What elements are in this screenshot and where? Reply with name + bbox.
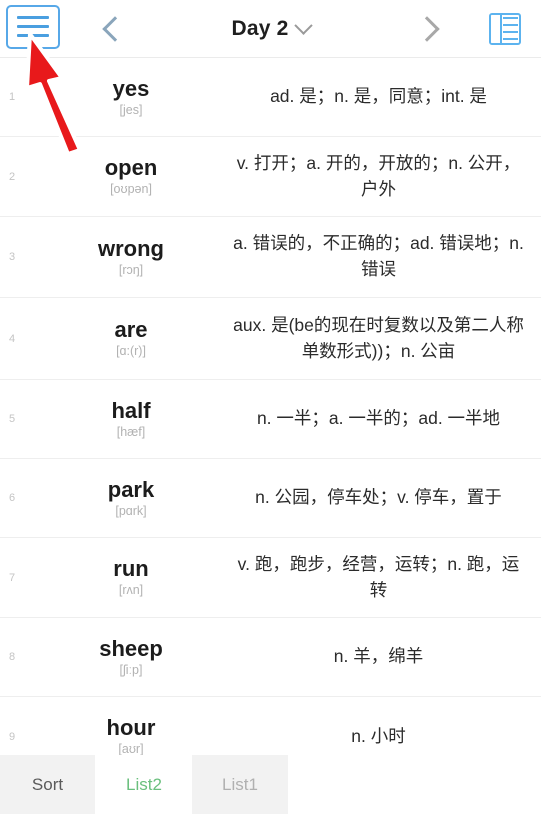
word-row[interactable]: 5 half [hæf] n. 一半；a. 一半的；ad. 一半地	[0, 380, 541, 459]
table-icon-line	[503, 30, 518, 34]
word-cell[interactable]: are [ɑ:(r)]	[36, 317, 226, 360]
page-title: Day 2	[231, 16, 289, 40]
word-row[interactable]: 3 wrong [rɔŋ] a. 错误的，不正确的；ad. 错误地；n. 错误	[0, 217, 541, 298]
word-definition: aux. 是(be的现在时复数以及第二人称单数形式))；n. 公亩	[233, 314, 524, 361]
word-cell[interactable]: sheep [ʃiːp]	[36, 636, 226, 679]
table-view-icon	[489, 12, 521, 45]
row-index: 8	[9, 651, 16, 663]
word-row[interactable]: 1 yes [jes] ad. 是；n. 是，同意；int. 是	[0, 58, 541, 137]
word-cell[interactable]: wrong [rɔŋ]	[36, 236, 226, 279]
table-icon-line	[503, 37, 518, 41]
word-cell[interactable]: hour [aʊr]	[36, 715, 226, 758]
row-index: 9	[9, 730, 16, 743]
word-definition: v. 跑，跑步，经营，运转；n. 跑，运转	[237, 553, 520, 600]
table-icon-left-column	[491, 14, 502, 43]
table-icon-line	[503, 23, 518, 27]
word-headword: sheep	[99, 635, 163, 661]
word-phonetic: [rʌn]	[118, 583, 144, 598]
word-list[interactable]: 1 yes [jes] ad. 是；n. 是，同意；int. 是 2 open [oʊpən…	[0, 58, 541, 814]
bottom-tab-bar: Sort List2 List1	[0, 755, 541, 814]
top-navigation-bar: Day 2	[0, 0, 541, 58]
word-cell[interactable]: yes [jes]	[36, 76, 226, 119]
hamburger-bar	[17, 25, 49, 28]
row-index: 6	[9, 492, 16, 504]
row-index: 4	[9, 332, 16, 345]
previous-day-button[interactable]	[72, 0, 152, 58]
row-index: 5	[9, 413, 16, 425]
chevron-down-icon[interactable]	[293, 16, 313, 35]
word-headword: hour	[106, 715, 156, 741]
row-index: 1	[9, 91, 16, 103]
word-headword: yes	[112, 75, 150, 101]
word-headword: wrong	[98, 235, 164, 261]
word-phonetic: [ʃiːp]	[119, 662, 143, 677]
word-definition: n. 公园，停车处；v. 停车，置于	[255, 487, 502, 508]
word-definition: ad. 是；n. 是，同意；int. 是	[270, 86, 487, 107]
word-phonetic: [rɔŋ]	[118, 262, 144, 277]
table-icon-line	[503, 16, 518, 19]
word-headword: open	[104, 155, 158, 181]
word-row[interactable]: 2 open [oʊpən] v. 打开；a. 开的，开放的；n. 公开，户外	[0, 137, 541, 217]
word-definition: n. 小时	[351, 725, 406, 746]
word-row[interactable]: 8 sheep [ʃiːp] n. 羊，绵羊	[0, 618, 541, 697]
hamburger-bar	[17, 34, 49, 37]
tab-list2[interactable]: List2	[96, 755, 192, 814]
tab-bar-filler	[288, 755, 541, 814]
next-day-button[interactable]	[389, 0, 469, 58]
day-selector[interactable]: Day 2	[152, 0, 389, 58]
tab-sort-label: Sort	[31, 774, 64, 794]
word-definition: v. 打开；a. 开的，开放的；n. 公开，户外	[236, 152, 521, 199]
word-definition: n. 羊，绵羊	[333, 646, 424, 667]
word-phonetic: [ɑ:(r)]	[116, 344, 146, 359]
word-cell[interactable]: park [pɑrk]	[36, 477, 226, 520]
tab-list1-label: List1	[222, 774, 258, 794]
word-headword: half	[111, 397, 151, 423]
chevron-right-icon	[413, 15, 440, 42]
word-row[interactable]: 7 run [rʌn] v. 跑，跑步，经营，运转；n. 跑，运转	[0, 538, 541, 618]
table-icon-rows	[502, 15, 519, 43]
tab-list1[interactable]: List1	[192, 755, 288, 814]
word-cell[interactable]: run [rʌn]	[36, 556, 226, 599]
menu-button[interactable]	[0, 0, 72, 58]
tab-sort[interactable]: Sort	[0, 755, 96, 814]
word-row[interactable]: 6 park [pɑrk] n. 公园，停车处；v. 停车，置于	[0, 459, 541, 538]
tab-list2-label: List2	[126, 774, 162, 794]
word-row[interactable]: 4 are [ɑ:(r)] aux. 是(be的现在时复数以及第二人称单数形式))；n…	[0, 298, 541, 380]
word-definition: n. 一半；a. 一半的；ad. 一半地	[256, 408, 501, 429]
chevron-left-icon	[101, 15, 128, 42]
word-phonetic: [jes]	[119, 102, 143, 117]
hamburger-bar	[17, 16, 49, 19]
word-headword: are	[114, 317, 148, 343]
word-headword: run	[113, 556, 149, 582]
word-phonetic: [oʊpən]	[110, 182, 152, 197]
hamburger-menu-icon[interactable]	[6, 4, 60, 49]
word-phonetic: [pɑrk]	[115, 503, 147, 518]
row-index: 3	[9, 251, 16, 263]
word-headword: park	[107, 476, 155, 502]
word-phonetic: [hæf]	[116, 424, 146, 439]
table-view-button[interactable]	[469, 0, 541, 58]
row-index: 2	[9, 170, 16, 183]
word-definition: a. 错误的，不正确的；ad. 错误地；n. 错误	[233, 233, 524, 279]
row-index: 7	[9, 571, 16, 584]
word-cell[interactable]: half [hæf]	[36, 398, 226, 441]
word-cell[interactable]: open [oʊpən]	[36, 155, 226, 198]
